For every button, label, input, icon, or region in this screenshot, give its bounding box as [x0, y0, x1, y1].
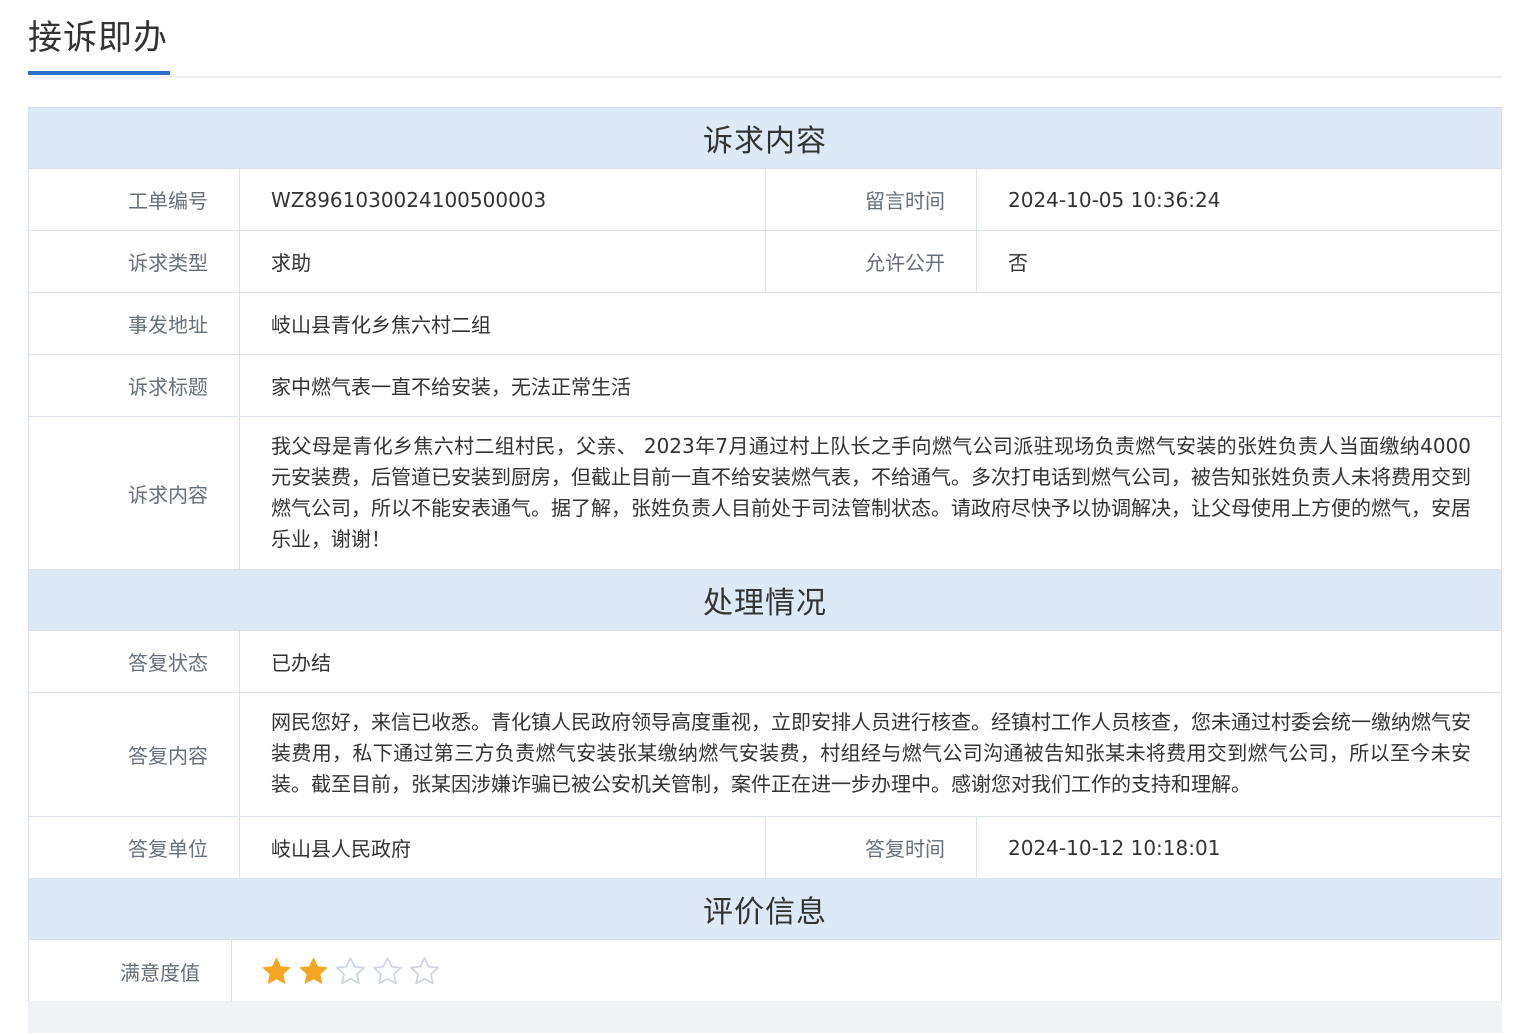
- detail-panel: 诉求内容 工单编号 WZ8961030024100500003 留言时间 202…: [28, 107, 1502, 1003]
- reply-status-value: 已办结: [271, 651, 331, 675]
- star-icon[interactable]: [371, 955, 404, 988]
- row-subject: 诉求标题 家中燃气表一直不给安装，无法正常生活: [29, 355, 1501, 417]
- star-icon[interactable]: [334, 955, 367, 988]
- complaint-type-value: 求助: [240, 231, 766, 292]
- reply-content-value: 网民您好，来信已收悉。青化镇人民政府领导高度重视，立即安排人员进行核查。经镇村工…: [271, 710, 1471, 796]
- public-label: 允许公开: [766, 231, 977, 292]
- subject-label: 诉求标题: [29, 355, 240, 416]
- row-order-number: 工单编号 WZ8961030024100500003 留言时间 2024-10-…: [29, 169, 1501, 231]
- row-reply-unit: 答复单位 岐山县人民政府 答复时间 2024-10-12 10:18:01: [29, 817, 1501, 879]
- row-complaint-type: 诉求类型 求助 允许公开 否: [29, 231, 1501, 293]
- star-icon[interactable]: [408, 955, 441, 988]
- reply-unit-label: 答复单位: [29, 817, 240, 878]
- page-title: 接诉即办: [28, 18, 168, 58]
- subject-value: 家中燃气表一直不给安装，无法正常生活: [271, 375, 631, 399]
- bottom-strip: [28, 1001, 1502, 1033]
- reply-time-label: 答复时间: [766, 817, 977, 878]
- row-satisfaction: 满意度值: [29, 940, 1501, 1002]
- complaint-content-value: 我父母是青化乡焦六村二组村民，父亲、 2023年7月通过村上队长之手向燃气公司派…: [271, 434, 1471, 551]
- row-reply-content: 答复内容 网民您好，来信已收悉。青化镇人民政府领导高度重视，立即安排人员进行核查…: [29, 693, 1501, 817]
- order-number-label: 工单编号: [29, 169, 240, 230]
- complaint-content-label: 诉求内容: [29, 417, 240, 569]
- reply-content-label: 答复内容: [29, 693, 240, 816]
- public-value: 否: [1008, 251, 1028, 275]
- reply-status-label: 答复状态: [29, 631, 240, 692]
- title-underline: [28, 71, 170, 75]
- star-icon[interactable]: [260, 955, 293, 988]
- address-value: 岐山县青化乡焦六村二组: [271, 313, 491, 337]
- star-icon[interactable]: [297, 955, 330, 988]
- address-label: 事发地址: [29, 293, 240, 354]
- reply-unit-value: 岐山县人民政府: [240, 817, 766, 878]
- reply-time-value: 2024-10-12 10:18:01: [1008, 835, 1221, 860]
- complaint-type-label: 诉求类型: [29, 231, 240, 292]
- section-heading-complaint: 诉求内容: [29, 108, 1501, 169]
- section-heading-handling: 处理情况: [29, 570, 1501, 631]
- row-reply-status: 答复状态 已办结: [29, 631, 1501, 693]
- message-time-label: 留言时间: [766, 169, 977, 230]
- satisfaction-label: 满意度值: [29, 940, 232, 1002]
- section-heading-evaluation: 评价信息: [29, 879, 1501, 940]
- message-time-value: 2024-10-05 10:36:24: [1008, 187, 1221, 212]
- row-address: 事发地址 岐山县青化乡焦六村二组: [29, 293, 1501, 355]
- page-header: 接诉即办: [28, 0, 1502, 78]
- row-complaint-content: 诉求内容 我父母是青化乡焦六村二组村民，父亲、 2023年7月通过村上队长之手向…: [29, 417, 1501, 570]
- order-number-value: WZ8961030024100500003: [240, 169, 766, 230]
- star-rating: [232, 940, 441, 1002]
